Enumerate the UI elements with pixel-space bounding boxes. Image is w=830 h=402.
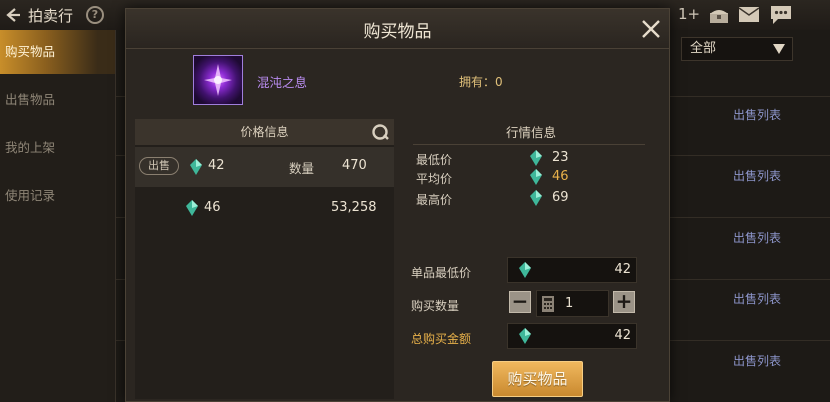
page-title: 拍卖行 bbox=[28, 7, 74, 25]
sale-list-link[interactable]: 出售列表 bbox=[733, 229, 781, 246]
sidebar-item-buy[interactable]: 购买物品 bbox=[0, 30, 115, 74]
quantity-value: 1 bbox=[565, 296, 574, 311]
diamond-currency-icon bbox=[519, 328, 531, 344]
listing-quantity: 53,258 bbox=[331, 200, 377, 215]
category-filter-select[interactable]: 全部 bbox=[681, 37, 793, 61]
diamond-currency-icon bbox=[530, 150, 542, 166]
diamond-currency-icon bbox=[530, 169, 542, 185]
treasure-chest-icon[interactable] bbox=[708, 6, 730, 24]
purchase-quantity-label: 购买数量 bbox=[411, 299, 460, 313]
sale-list-link[interactable]: 出售列表 bbox=[733, 106, 781, 123]
average-price-value: 46 bbox=[552, 169, 569, 184]
price-info-header: 价格信息 bbox=[135, 119, 394, 145]
diamond-currency-icon bbox=[186, 200, 198, 216]
chat-icon[interactable] bbox=[770, 5, 792, 25]
buy-item-dialog: 购买物品 混沌之息 拥有：0 价格信息 出售 42 数量 470 46 53,2… bbox=[125, 8, 670, 402]
price-info-panel: 价格信息 出售 42 数量 470 46 53,258 bbox=[135, 119, 394, 399]
dialog-header: 购买物品 bbox=[126, 9, 669, 49]
calculator-icon[interactable] bbox=[542, 296, 554, 312]
buy-item-button[interactable]: 购买物品 bbox=[492, 361, 583, 397]
highest-price-label: 最高价 bbox=[416, 193, 453, 207]
dialog-title: 购买物品 bbox=[363, 22, 432, 42]
quantity-decrease-button[interactable]: − bbox=[509, 291, 531, 313]
unit-min-price-label: 单品最低价 bbox=[411, 266, 472, 280]
unit-min-price-value: 42 bbox=[614, 262, 631, 277]
lowest-price-value: 23 bbox=[552, 150, 569, 165]
sale-list-link[interactable]: 出售列表 bbox=[733, 167, 781, 184]
help-icon[interactable]: ? bbox=[86, 6, 104, 24]
dropdown-arrow-icon bbox=[773, 44, 785, 54]
close-icon[interactable] bbox=[640, 18, 662, 40]
sidebar-item-my-listings[interactable]: 我的上架 bbox=[0, 126, 115, 170]
owned-count: 拥有：0 bbox=[459, 75, 503, 89]
diamond-currency-icon bbox=[530, 190, 542, 206]
price-row[interactable]: 46 53,258 bbox=[135, 189, 394, 225]
quantity-input[interactable]: 1 bbox=[536, 290, 609, 317]
sidebar-item-usage-log[interactable]: 使用记录 bbox=[0, 174, 115, 218]
lowest-price-label: 最低价 bbox=[416, 153, 453, 167]
average-price-label: 平均价 bbox=[416, 172, 453, 186]
top-counter: 1+ bbox=[678, 5, 701, 23]
listing-price: 46 bbox=[204, 200, 221, 215]
sell-badge: 出售 bbox=[139, 157, 179, 175]
divider bbox=[413, 144, 645, 145]
total-amount-field: 42 bbox=[507, 323, 637, 349]
quantity-increase-button[interactable]: + bbox=[613, 291, 635, 313]
quantity-label: 数量 bbox=[289, 161, 315, 176]
sale-list-link[interactable]: 出售列表 bbox=[733, 290, 781, 307]
price-row[interactable]: 出售 42 数量 470 bbox=[135, 147, 394, 187]
total-amount-value: 42 bbox=[614, 328, 631, 343]
diamond-currency-icon bbox=[190, 159, 202, 175]
back-arrow-icon[interactable] bbox=[4, 6, 22, 24]
mail-icon[interactable] bbox=[739, 7, 759, 22]
unit-min-price-field: 42 bbox=[507, 257, 637, 283]
item-icon bbox=[193, 55, 243, 105]
sidebar-item-sell[interactable]: 出售物品 bbox=[0, 78, 115, 122]
filter-selected-value: 全部 bbox=[690, 41, 717, 56]
sale-list-link[interactable]: 出售列表 bbox=[733, 352, 781, 369]
highest-price-value: 69 bbox=[552, 190, 569, 205]
total-amount-label: 总购买金额 bbox=[411, 332, 472, 346]
market-info-title: 行情信息 bbox=[505, 125, 556, 140]
sidebar: 购买物品 出售物品 我的上架 使用记录 bbox=[0, 30, 116, 402]
chaos-breath-icon bbox=[204, 64, 232, 96]
item-name: 混沌之息 bbox=[257, 75, 308, 90]
refresh-icon[interactable] bbox=[371, 123, 389, 141]
diamond-currency-icon bbox=[519, 262, 531, 278]
listing-quantity: 470 bbox=[342, 158, 367, 173]
listing-price: 42 bbox=[208, 158, 225, 173]
